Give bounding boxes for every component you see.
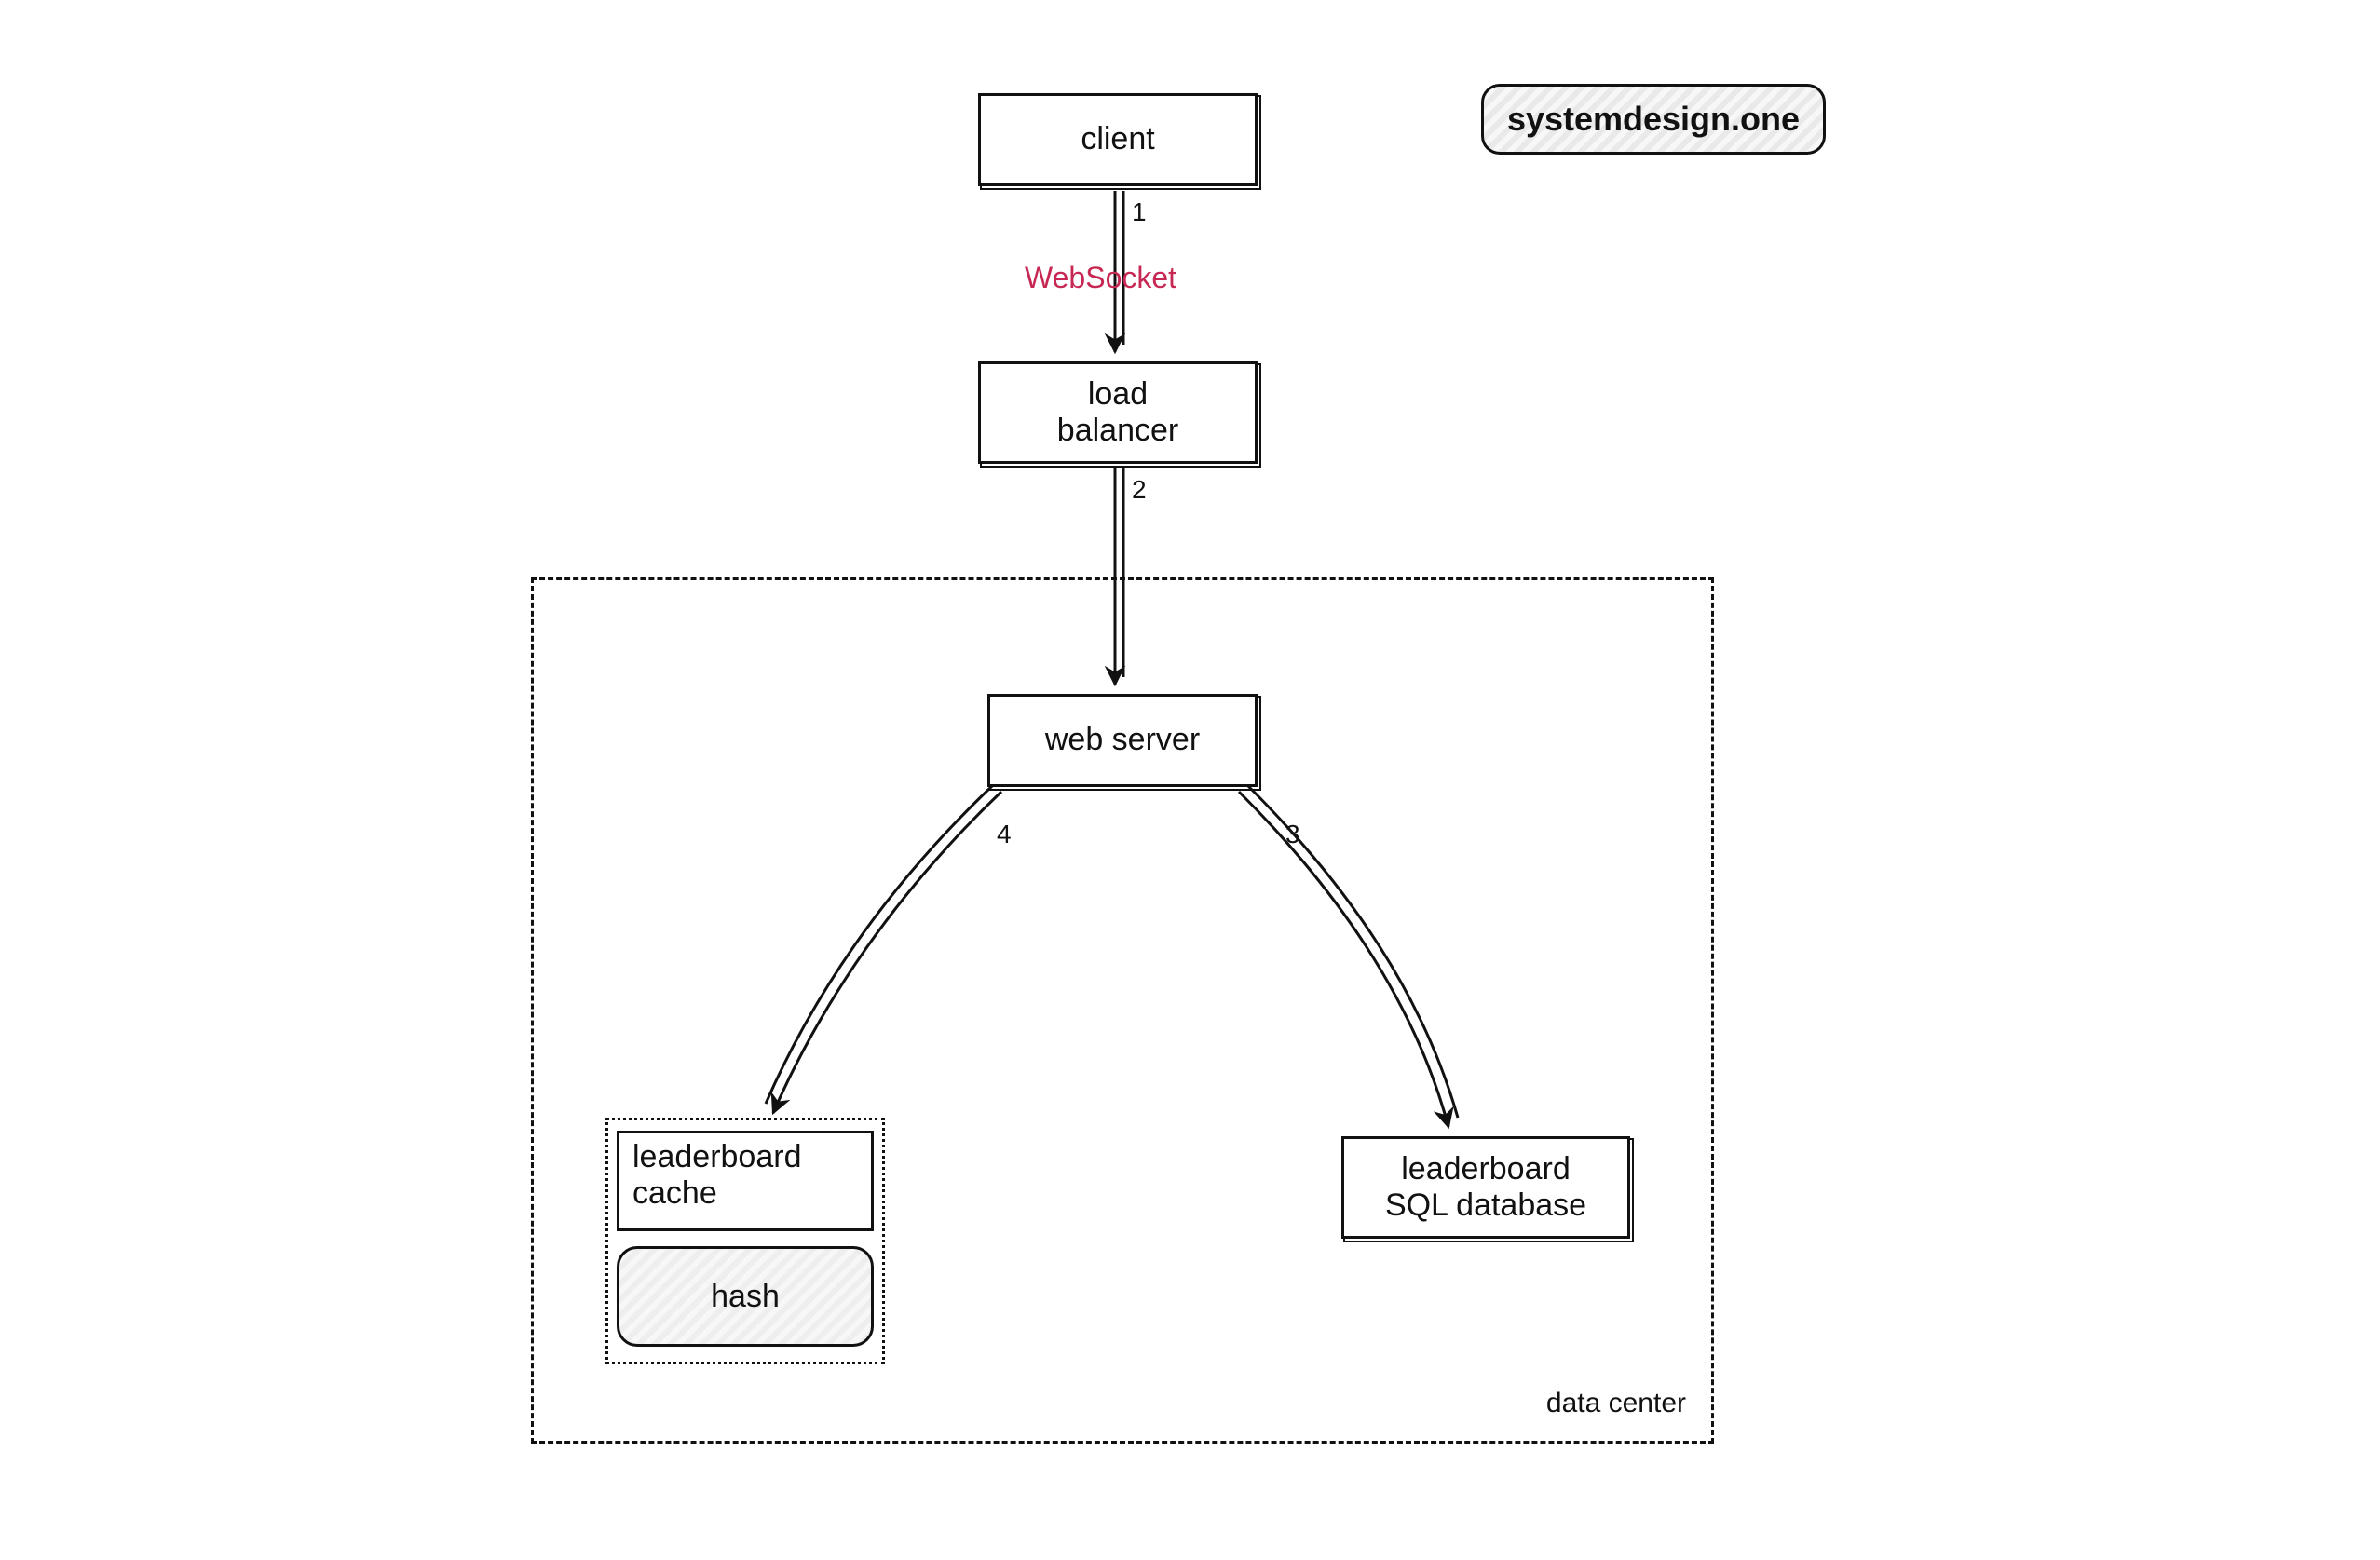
node-load-balancer-label: load balancer — [1057, 376, 1178, 449]
edge-2-step: 2 — [1132, 475, 1147, 505]
edge-4-step: 4 — [997, 820, 1012, 849]
node-hash-label: hash — [711, 1279, 780, 1315]
node-leaderboard-sql: leaderboard SQL database — [1341, 1136, 1630, 1239]
region-data-center-label: data center — [1472, 1388, 1686, 1419]
node-client: client — [978, 93, 1258, 186]
watermark-badge: systemdesign.one — [1481, 84, 1826, 155]
edge-1-step: 1 — [1132, 197, 1147, 227]
node-load-balancer: load balancer — [978, 361, 1258, 464]
node-leaderboard-cache: leaderboard cache — [617, 1131, 874, 1231]
node-web-server-label: web server — [1045, 722, 1200, 758]
node-hash: hash — [617, 1246, 874, 1347]
diagram-canvas: systemdesign.one data center client load… — [0, 0, 2380, 1560]
node-client-label: client — [1081, 121, 1154, 157]
edge-3-step: 3 — [1285, 820, 1300, 849]
node-web-server: web server — [987, 694, 1258, 787]
edge-1-label: WebSocket — [1025, 261, 1176, 295]
node-leaderboard-sql-label: leaderboard SQL database — [1385, 1151, 1586, 1224]
watermark-text: systemdesign.one — [1507, 100, 1800, 139]
node-leaderboard-cache-label: leaderboard cache — [632, 1139, 801, 1212]
